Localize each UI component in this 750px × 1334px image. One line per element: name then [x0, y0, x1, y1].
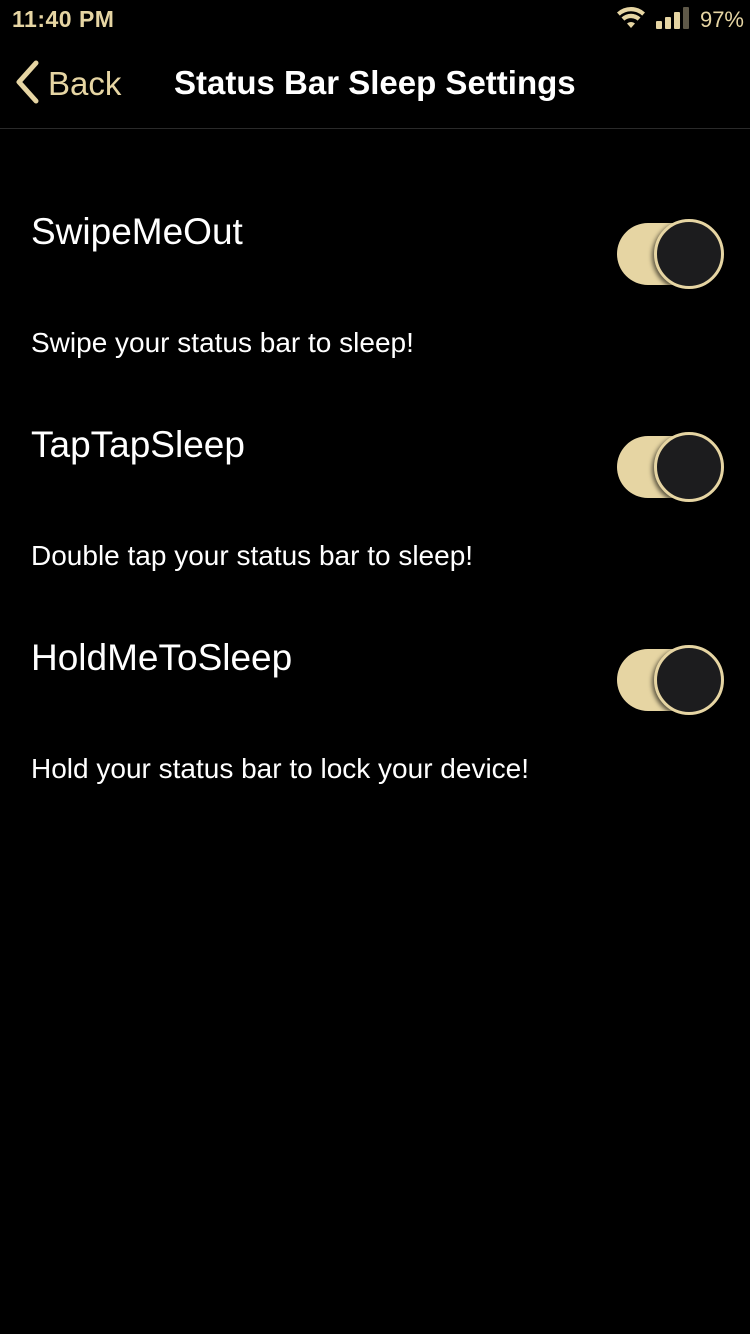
navigation-bar: Back Status Bar Sleep Settings	[0, 40, 750, 129]
swipemeout-toggle[interactable]	[617, 219, 724, 289]
setting-title: HoldMeToSleep	[31, 637, 293, 678]
chevron-left-icon	[14, 60, 40, 109]
setting-row-taptapsleep: TapTapSleep Double tap your status bar t…	[0, 373, 750, 586]
back-label: Back	[48, 65, 122, 102]
setting-description: Hold your status bar to lock your device…	[31, 753, 530, 784]
status-time: 11:40 PM	[12, 6, 115, 32]
setting-description: Swipe your status bar to sleep!	[31, 327, 414, 358]
holdmetosleep-toggle[interactable]	[617, 645, 724, 715]
toggle-knob	[654, 645, 724, 715]
setting-description: Double tap your status bar to sleep!	[31, 540, 474, 571]
status-indicators: 97%	[616, 6, 744, 34]
toggle-knob	[654, 219, 724, 289]
page-title: Status Bar Sleep Settings	[174, 64, 576, 101]
toggle-knob	[654, 432, 724, 502]
battery-percentage: 97%	[699, 7, 744, 32]
signal-icon	[655, 6, 690, 34]
setting-title: TapTapSleep	[31, 424, 245, 465]
wifi-icon	[616, 6, 646, 35]
setting-row-holdmetosleep: HoldMeToSleep Hold your status bar to lo…	[0, 586, 750, 799]
setting-title: SwipeMeOut	[31, 211, 243, 252]
taptapsleep-toggle[interactable]	[617, 432, 724, 502]
back-button[interactable]: Back	[14, 60, 121, 108]
settings-list: SwipeMeOut Swipe your status bar to slee…	[0, 160, 750, 799]
setting-row-swipemeout: SwipeMeOut Swipe your status bar to slee…	[0, 160, 750, 373]
status-bar: 11:40 PM 97%	[0, 0, 750, 40]
